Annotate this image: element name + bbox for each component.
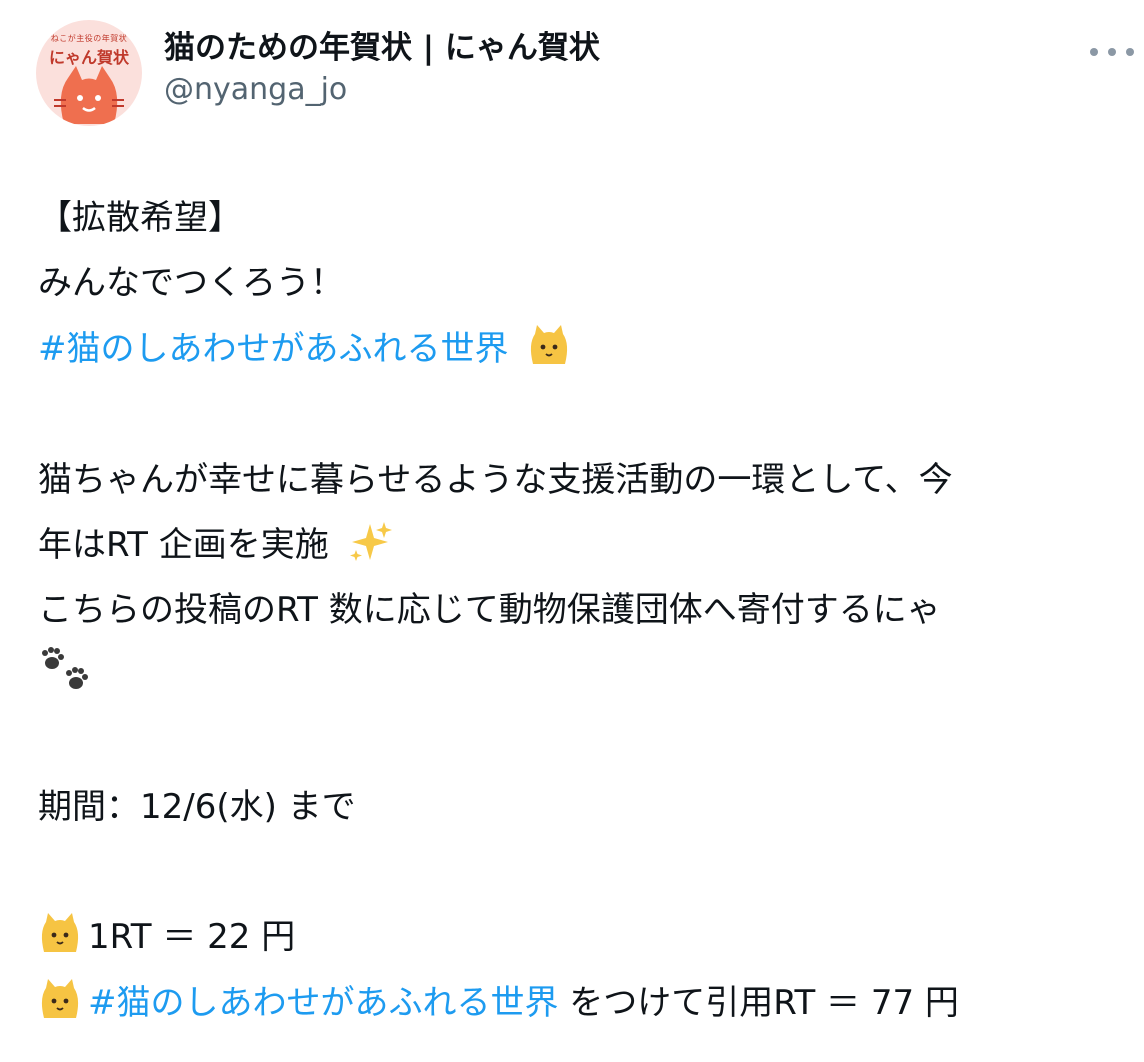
text-line: 1RT ＝ 22 円 <box>38 905 1128 970</box>
text-line: 年はRT 企画を実施 <box>38 513 1128 578</box>
rate-text: をつけて引用RT ＝ 77 円 <box>558 982 959 1023</box>
period-text: 期間：12/6(水) まで <box>38 786 356 827</box>
text-line: #猫のしあわせがあふれる世界 <box>38 317 1128 382</box>
cat-face-emoji <box>41 978 79 1018</box>
text-line: みんなでつくろう！ <box>38 251 1128 316</box>
tweet-text: 【拡散希望】 みんなでつくろう！ #猫のしあわせがあふれる世界 猫ちゃんが幸せに… <box>38 186 1128 1036</box>
hashtag-link[interactable]: #猫のしあわせがあふれる世界 <box>88 983 559 1023</box>
text-slogan: みんなでつくろう！ <box>38 263 344 304</box>
cat-face-emoji <box>41 913 79 953</box>
sparkles-emoji <box>349 521 392 561</box>
avatar-caption: ねこが主役の年賀状 <box>50 34 128 43</box>
text-heading: 【拡散希望】 <box>38 198 242 238</box>
body-text: 年はRT 企画を実施 <box>38 524 329 565</box>
text-line: 猫ちゃんが幸せに暮らせるような支援活動の一環として、今 <box>38 448 1128 513</box>
cat-face-emoji <box>531 324 568 364</box>
body-text: こちらの投稿のRT 数に応じて動物保護団体へ寄付するにゃ <box>38 590 941 631</box>
user-handle[interactable]: @nyanga_jo <box>164 70 600 110</box>
text-line: #猫のしあわせがあふれる世界 をつけて引用RT ＝ 77 円 <box>38 971 1128 1036</box>
hashtag-link[interactable]: #猫のしあわせがあふれる世界 <box>38 329 509 369</box>
body-text: 猫ちゃんが幸せに暮らせるような支援活動の一環として、今 <box>38 459 953 500</box>
avatar[interactable]: ねこが主役の年賀状 にゃん賀状 <box>36 20 142 126</box>
more-dots-icon[interactable] <box>1088 44 1136 60</box>
author-names: 猫のための年賀状 | にゃん賀状 @nyanga_jo <box>164 28 600 110</box>
text-line: こちらの投稿のRT 数に応じて動物保護団体へ寄付するにゃ <box>38 578 1128 643</box>
rate-text: 1RT ＝ 22 円 <box>88 917 296 958</box>
display-name[interactable]: 猫のための年賀状 | にゃん賀状 <box>164 28 600 68</box>
text-line: 期間：12/6(水) まで <box>38 775 1128 840</box>
paw-prints-emoji <box>42 646 88 689</box>
cat-logo-icon <box>54 66 124 124</box>
text-line <box>38 644 1128 709</box>
text-line: 【拡散希望】 <box>38 186 1128 251</box>
tweet-header: ねこが主役の年賀状 にゃん賀状 猫のための年賀状 | にゃん賀状 @nyanga… <box>36 20 1136 130</box>
